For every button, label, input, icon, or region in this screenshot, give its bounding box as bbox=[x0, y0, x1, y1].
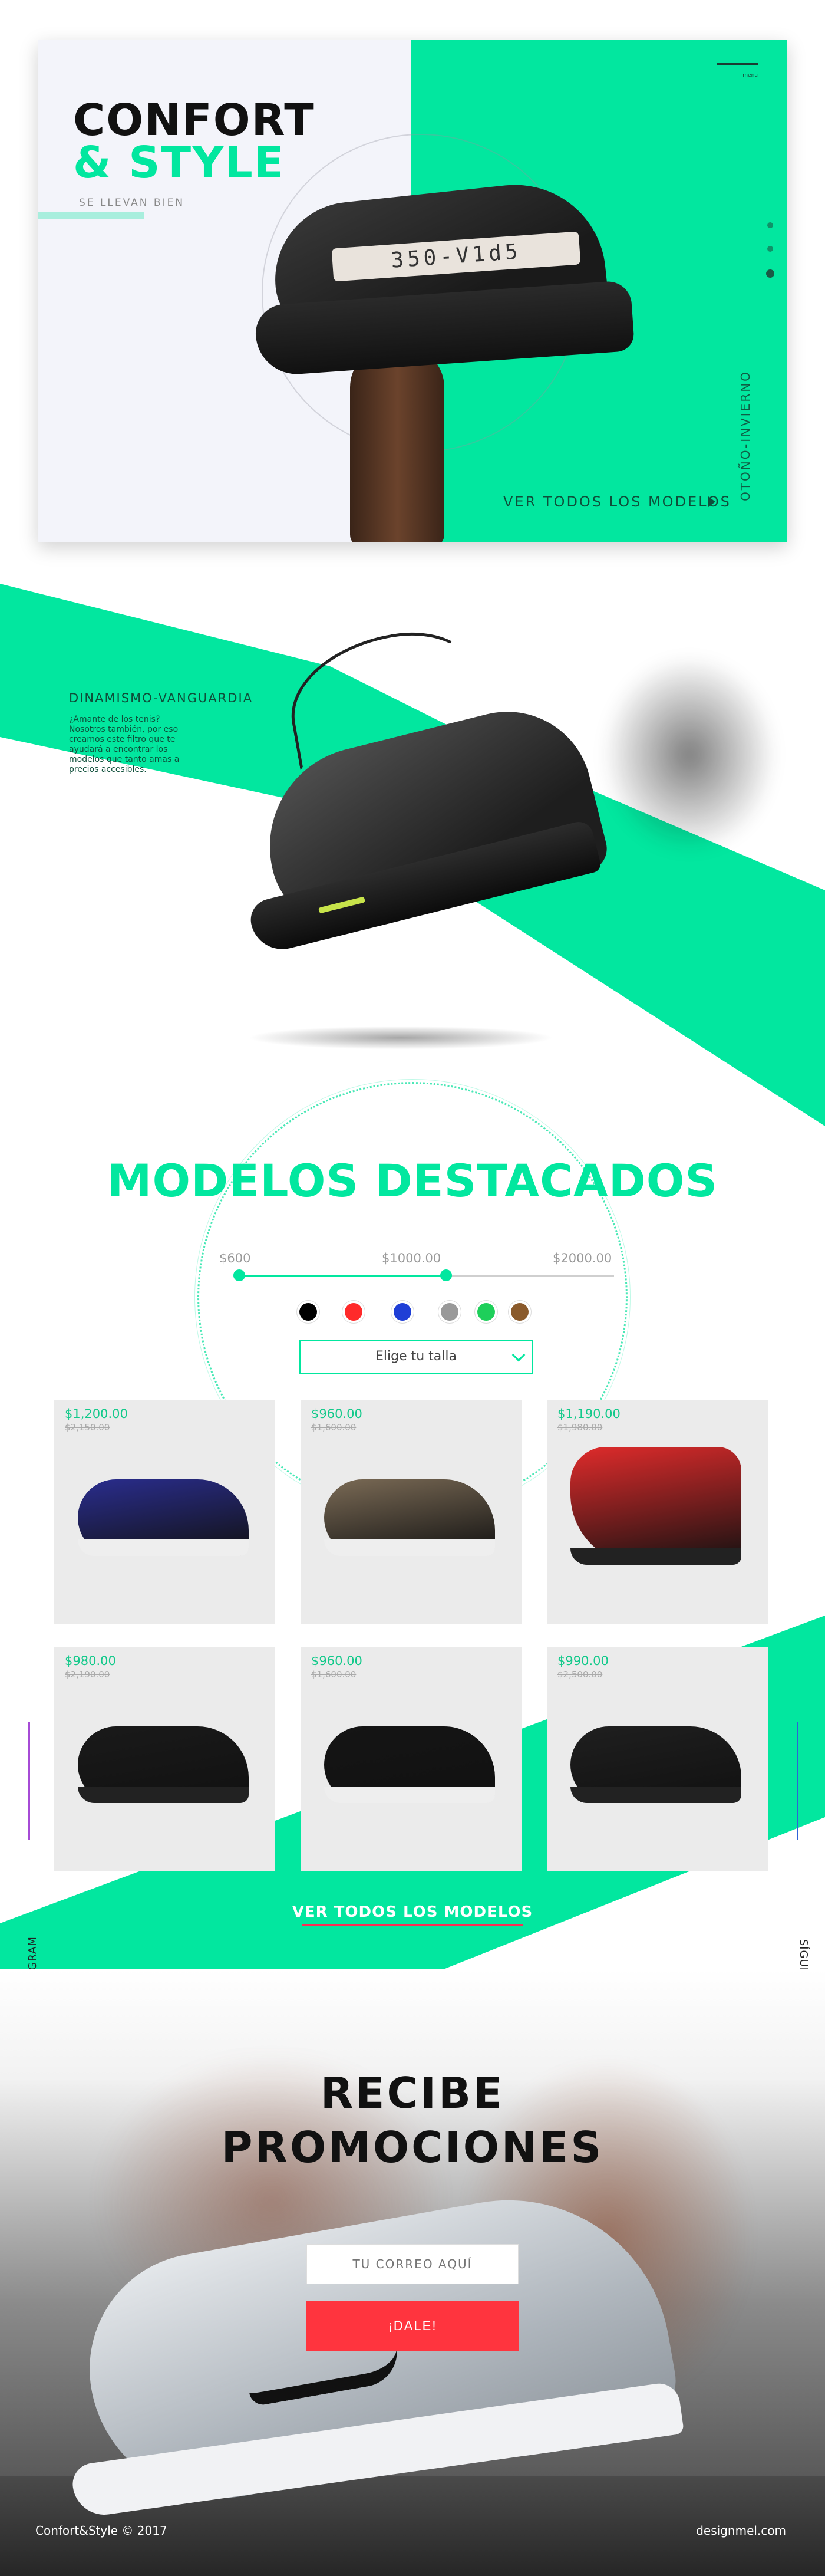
product-old-price: $2,500.00 bbox=[557, 1669, 603, 1680]
section-description: ¿Amante de los tenis? Nosotros también, … bbox=[69, 715, 180, 774]
product-price: $990.00 bbox=[557, 1654, 609, 1668]
price-slider-fill bbox=[237, 1275, 446, 1277]
instagram-accent-line bbox=[28, 1722, 30, 1840]
hero-season-label: OTOÑO-INVIERNO bbox=[738, 370, 753, 501]
price-mid-label: $1000.00 bbox=[382, 1251, 441, 1265]
subscribe-button[interactable]: ¡DALE! bbox=[306, 2301, 519, 2351]
promo-title-line1: RECIBE bbox=[320, 2068, 505, 2118]
section-title: DINAMISMO-VANGUARDIA bbox=[69, 691, 253, 705]
product-price: $1,200.00 bbox=[65, 1407, 128, 1421]
size-select-label: Elige tu talla bbox=[375, 1349, 457, 1364]
product-shoe-image bbox=[324, 1479, 495, 1556]
product-card[interactable]: $990.00 $2,500.00 bbox=[547, 1647, 768, 1871]
product-old-price: $2,190.00 bbox=[65, 1669, 110, 1680]
product-price: $1,190.00 bbox=[557, 1407, 621, 1421]
product-shoe-image bbox=[570, 1726, 741, 1803]
product-old-price: $1,980.00 bbox=[557, 1422, 603, 1433]
facebook-accent-line bbox=[797, 1722, 798, 1840]
product-card[interactable]: $960.00 $1,600.00 bbox=[301, 1647, 522, 1871]
product-old-price: $1,600.00 bbox=[311, 1422, 357, 1433]
product-shoe-image bbox=[570, 1447, 741, 1565]
footer-site-link[interactable]: designmel.com bbox=[696, 2524, 786, 2538]
email-input[interactable] bbox=[306, 2244, 519, 2284]
product-old-price: $1,600.00 bbox=[311, 1669, 357, 1680]
product-price: $960.00 bbox=[311, 1407, 362, 1421]
product-shoe-sole bbox=[570, 1548, 741, 1565]
size-select[interactable]: Elige tu talla bbox=[299, 1340, 533, 1374]
hero-slider-dots bbox=[766, 222, 774, 295]
product-shoe-sole bbox=[78, 1539, 249, 1556]
product-shoe-sole bbox=[570, 1787, 741, 1803]
product-price: $980.00 bbox=[65, 1654, 116, 1668]
price-slider-max-handle[interactable] bbox=[440, 1269, 452, 1281]
product-shoe-sole bbox=[78, 1787, 249, 1803]
color-swatch[interactable] bbox=[394, 1303, 411, 1321]
slider-dot[interactable] bbox=[767, 222, 773, 228]
price-max-label: $2000.00 bbox=[553, 1251, 612, 1265]
hero-section: CONFORT & STYLE SE LLEVAN BIEN 350-V1d5 … bbox=[38, 40, 787, 542]
slider-dot-active[interactable] bbox=[766, 269, 774, 278]
product-shoe-image bbox=[78, 1479, 249, 1556]
menu-icon bbox=[717, 63, 758, 65]
product-shoe-sole bbox=[324, 1539, 495, 1556]
price-min-label: $600 bbox=[219, 1251, 251, 1265]
menu-button[interactable]: menu bbox=[717, 63, 758, 78]
color-swatch[interactable] bbox=[299, 1303, 317, 1321]
page: CONFORT & STYLE SE LLEVAN BIEN 350-V1d5 … bbox=[0, 0, 825, 2576]
product-old-price: $2,150.00 bbox=[65, 1422, 110, 1433]
product-shoe-image bbox=[324, 1726, 495, 1803]
color-swatch[interactable] bbox=[441, 1303, 458, 1321]
hero-title-line1: CONFORT bbox=[73, 95, 315, 146]
hand-image bbox=[350, 346, 444, 542]
product-card[interactable]: $980.00 $2,190.00 bbox=[54, 1647, 275, 1871]
menu-label: menu bbox=[742, 73, 758, 78]
floating-shoe-image bbox=[236, 693, 648, 967]
product-price: $960.00 bbox=[311, 1654, 362, 1668]
hero-title-line2: & STYLE bbox=[73, 137, 285, 188]
product-card[interactable]: $960.00 $1,600.00 bbox=[301, 1400, 522, 1624]
slider-dot[interactable] bbox=[767, 246, 773, 252]
product-shoe-sole bbox=[324, 1787, 495, 1803]
product-card[interactable]: $1,200.00 $2,150.00 bbox=[54, 1400, 275, 1624]
hero-accent-line bbox=[38, 212, 144, 219]
view-all-models-link[interactable]: VER TODOS LOS MODELOS bbox=[0, 1903, 825, 1921]
hero-view-all-link[interactable]: VER TODOS LOS MODELOS bbox=[503, 494, 731, 510]
color-swatch[interactable] bbox=[477, 1303, 495, 1321]
promo-title-line2: PROMOCIONES bbox=[221, 2123, 604, 2172]
color-swatch[interactable] bbox=[345, 1303, 362, 1321]
footer-copyright: Confort&Style © 2017 bbox=[35, 2524, 167, 2538]
shoe-shadow bbox=[248, 1026, 554, 1050]
product-card[interactable]: $1,190.00 $1,980.00 bbox=[547, 1400, 768, 1624]
hero-subtitle: SE LLEVAN BIEN bbox=[79, 197, 185, 209]
product-shoe-image bbox=[78, 1726, 249, 1803]
price-slider-min-handle[interactable] bbox=[233, 1269, 245, 1281]
arrow-right-icon bbox=[708, 496, 715, 507]
color-swatch[interactable] bbox=[511, 1303, 529, 1321]
featured-title: MODELOS DESTACADOS bbox=[107, 1154, 718, 1207]
view-all-underline bbox=[302, 1924, 523, 1926]
